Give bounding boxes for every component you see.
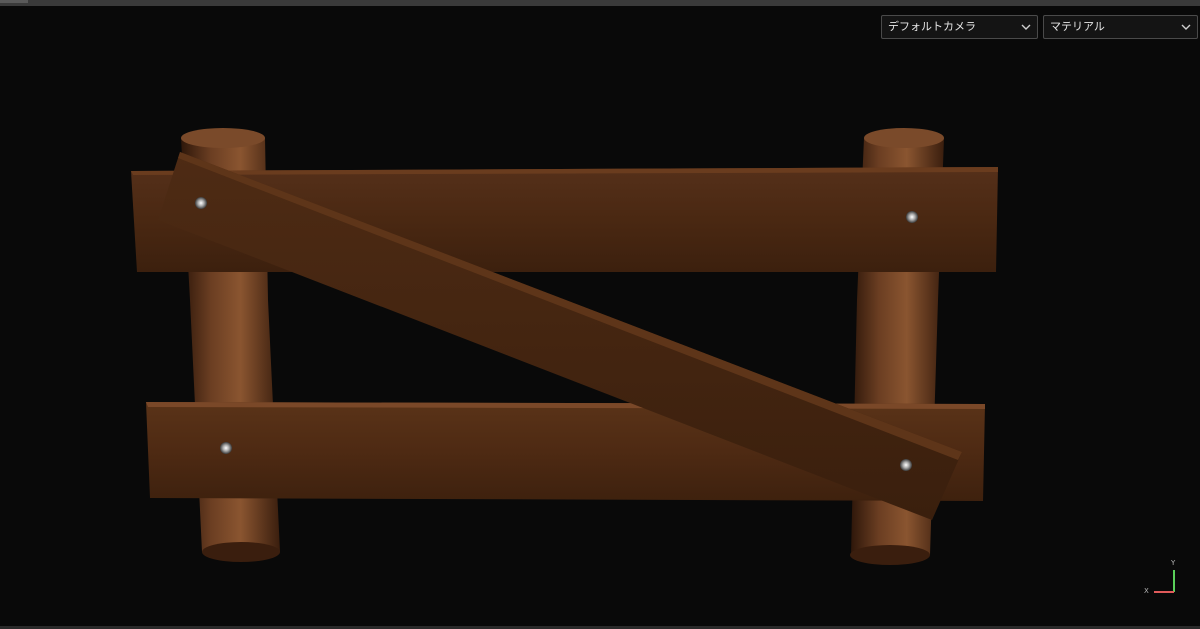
fence-model[interactable]	[0, 0, 1200, 629]
3d-viewport[interactable]: デフォルトカメラ マテリアル Y X	[0, 0, 1200, 629]
axis-gizmo: Y X	[1140, 558, 1180, 602]
camera-select-label: デフォルトカメラ	[888, 20, 976, 33]
nail	[220, 442, 232, 454]
nail	[900, 459, 912, 471]
axis-y-label: Y	[1171, 559, 1176, 567]
material-select-label: マテリアル	[1050, 20, 1105, 33]
chevron-down-icon	[1181, 24, 1191, 30]
material-select[interactable]: マテリアル	[1043, 15, 1198, 39]
camera-select[interactable]: デフォルトカメラ	[881, 15, 1038, 39]
chevron-down-icon	[1021, 24, 1031, 30]
axis-x-label: X	[1144, 587, 1149, 595]
nail	[906, 211, 918, 223]
nail	[195, 197, 207, 209]
